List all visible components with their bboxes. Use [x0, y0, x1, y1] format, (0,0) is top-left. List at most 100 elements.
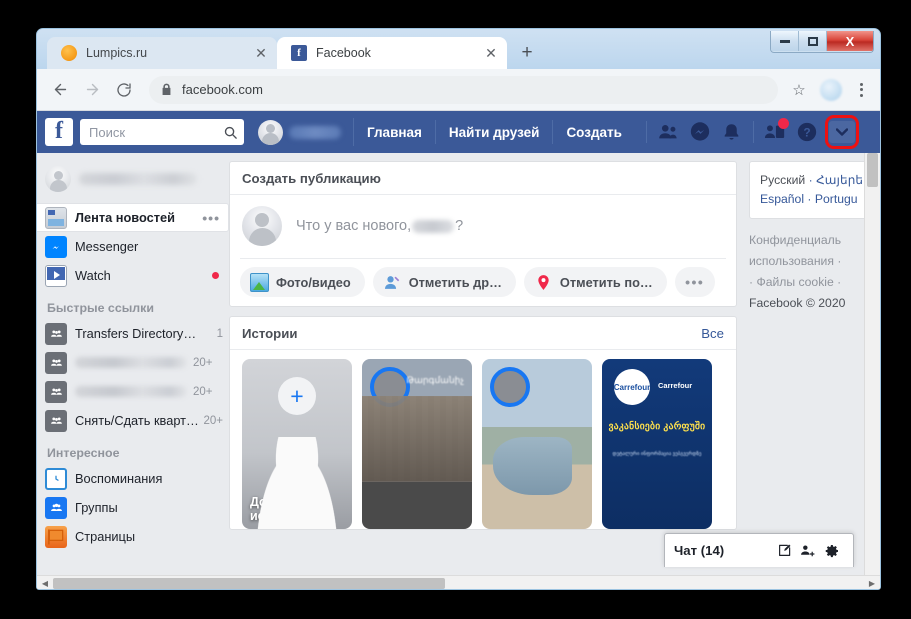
chevron-down-icon[interactable] [828, 121, 855, 143]
browser-profile-avatar[interactable] [820, 78, 842, 101]
vertical-scrollbar[interactable]: ▼ [864, 153, 880, 589]
language-link-hy[interactable]: Հայերե [816, 173, 863, 187]
story-card-add[interactable]: + Дополнить историю [242, 359, 352, 529]
avatar [45, 166, 71, 192]
sidebar-item-news-feed[interactable]: Лента новостей ••• [37, 203, 229, 232]
tag-friends-button[interactable]: Отметить др… [372, 267, 516, 297]
messenger-icon[interactable] [684, 117, 716, 147]
more-post-options-button[interactable]: ••• [674, 267, 715, 297]
sidebar-item-memories[interactable]: Воспоминания [37, 464, 229, 493]
browser-tab-facebook[interactable]: f Facebook ✕ [277, 37, 507, 69]
lumpics-favicon-icon [61, 45, 77, 61]
button-label: Отметить др… [408, 274, 502, 290]
close-window-button[interactable]: X [827, 31, 873, 51]
help-icon[interactable]: ? [791, 117, 823, 147]
watch-icon [45, 264, 67, 287]
notifications-bell-icon[interactable] [716, 117, 748, 147]
stories-see-all-link[interactable]: Все [701, 326, 724, 341]
lock-icon [161, 83, 172, 96]
chat-bar[interactable]: Чат (14) [664, 533, 854, 567]
language-link-es[interactable]: Español [760, 192, 804, 206]
tag-location-button[interactable]: Отметить по… [523, 267, 667, 297]
sidebar-item-watch[interactable]: Watch [37, 261, 229, 290]
photo-video-button[interactable]: Фото/видео [240, 267, 365, 297]
facebook-logo-icon[interactable]: f [45, 118, 73, 146]
sidebar-item-label: Watch [75, 268, 111, 283]
right-sidebar: Русский · Հայերե Español · Portugu Конфи… [737, 153, 880, 589]
story-card-4[interactable]: Carrefour Carrefour ვაკანსიები კარფუში დ… [602, 359, 712, 529]
footer-line-terms[interactable]: использования · [749, 251, 880, 272]
chat-settings-gear-icon[interactable] [820, 539, 844, 563]
stories-card: Истории Все + Дополнить историю Թարգմանի… [229, 316, 737, 530]
browser-tab-lumpics[interactable]: Lumpics.ru ✕ [47, 37, 277, 69]
current-user-chip[interactable] [258, 118, 354, 146]
facebook-page-body: Лента новостей ••• Messenger Watch Быстр… [37, 153, 880, 589]
minimize-button[interactable] [771, 31, 799, 51]
left-sidebar: Лента новостей ••• Messenger Watch Быстр… [37, 153, 229, 589]
tab-title: Facebook [316, 46, 371, 60]
add-story-plus-icon[interactable]: + [278, 377, 316, 415]
story-card-3[interactable] [482, 359, 592, 529]
find-friends-icon[interactable] [759, 117, 791, 147]
vertical-scrollbar-thumb[interactable] [867, 153, 878, 187]
close-tab-icon[interactable]: ✕ [481, 43, 501, 63]
forward-button[interactable] [77, 75, 107, 105]
nav-link-create[interactable]: Создать [553, 120, 635, 144]
nav-link-home[interactable]: Главная [354, 120, 436, 144]
chrome-menu-icon[interactable] [850, 77, 872, 103]
horizontal-scrollbar[interactable]: ◀ ▶ [37, 575, 880, 589]
create-post-body[interactable]: Что у вас нового, ? [230, 195, 736, 246]
sidebar-item-label: Снять/Сдать кварт… [75, 413, 199, 428]
sidebar-item-quicklink-1[interactable]: Transfers Directory… 1 [37, 319, 229, 348]
post-prompt-prefix: Что у вас нового, [296, 218, 412, 234]
account-dropdown-wrapper[interactable] [824, 115, 859, 149]
horizontal-scrollbar-thumb[interactable] [53, 578, 445, 589]
more-options-icon[interactable]: ••• [202, 210, 228, 226]
new-message-icon[interactable] [772, 539, 796, 563]
sidebar-item-quicklink-2[interactable]: 20+ [37, 348, 229, 377]
close-tab-icon[interactable]: ✕ [251, 43, 271, 63]
friend-requests-icon[interactable] [652, 117, 684, 147]
search-icon[interactable] [223, 125, 238, 140]
sidebar-item-quicklink-4[interactable]: Снять/Сдать кварт… 20+ [37, 406, 229, 435]
reload-button[interactable] [109, 75, 139, 105]
language-current: Русский [760, 173, 806, 187]
scroll-right-arrow-icon[interactable]: ▶ [864, 576, 880, 589]
story-author-avatar [490, 367, 530, 407]
language-link-pt[interactable]: Portugu [815, 192, 858, 206]
nav-link-find-friends[interactable]: Найти друзей [436, 120, 554, 144]
address-bar[interactable]: facebook.com [149, 75, 778, 104]
add-people-icon[interactable] [796, 539, 820, 563]
footer-line-cookies[interactable]: · Файлы cookie · [749, 272, 880, 293]
sidebar-item-label: Messenger [75, 239, 139, 254]
search-input[interactable]: Поиск [89, 125, 223, 140]
sidebar-item-messenger[interactable]: Messenger [37, 232, 229, 261]
sidebar-item-label: Воспоминания [75, 471, 163, 486]
facebook-search-box[interactable]: Поиск [80, 119, 244, 145]
scroll-left-arrow-icon[interactable]: ◀ [37, 576, 53, 589]
sidebar-item-label: Transfers Directory… [75, 326, 197, 341]
back-button[interactable] [45, 75, 75, 105]
post-input[interactable]: Что у вас нового, ? [296, 218, 463, 234]
sidebar-item-profile[interactable] [37, 161, 229, 197]
story-card-2[interactable]: Թարգմանիչ [362, 359, 472, 529]
footer-line-privacy[interactable]: Конфиденциаль [749, 230, 880, 251]
tab-title: Lumpics.ru [86, 46, 148, 60]
maximize-button[interactable] [799, 31, 827, 51]
facebook-favicon-icon: f [291, 45, 307, 61]
story-brand-name: Carrefour [658, 381, 693, 390]
new-tab-button[interactable]: + [513, 39, 541, 67]
sidebar-item-label: Страницы [75, 529, 136, 544]
create-post-actions: Фото/видео Отметить др… Отметить по… ••• [240, 258, 726, 306]
bookmark-star-icon[interactable]: ☆ [786, 77, 812, 103]
sidebar-item-quicklink-3[interactable]: 20+ [37, 377, 229, 406]
sidebar-section-explore: Интересное [47, 446, 120, 460]
unread-count-badge: 20+ [193, 385, 213, 398]
button-label: Отметить по… [559, 274, 653, 290]
news-feed-icon [45, 206, 67, 229]
sidebar-item-pages[interactable]: Страницы [37, 522, 229, 551]
user-name-blurred [412, 219, 455, 233]
card-title: Создать публикацию [242, 170, 381, 186]
desktop-backdrop: Lumpics.ru ✕ f Facebook ✕ + X facebook.c… [0, 0, 911, 619]
sidebar-item-groups[interactable]: Группы [37, 493, 229, 522]
